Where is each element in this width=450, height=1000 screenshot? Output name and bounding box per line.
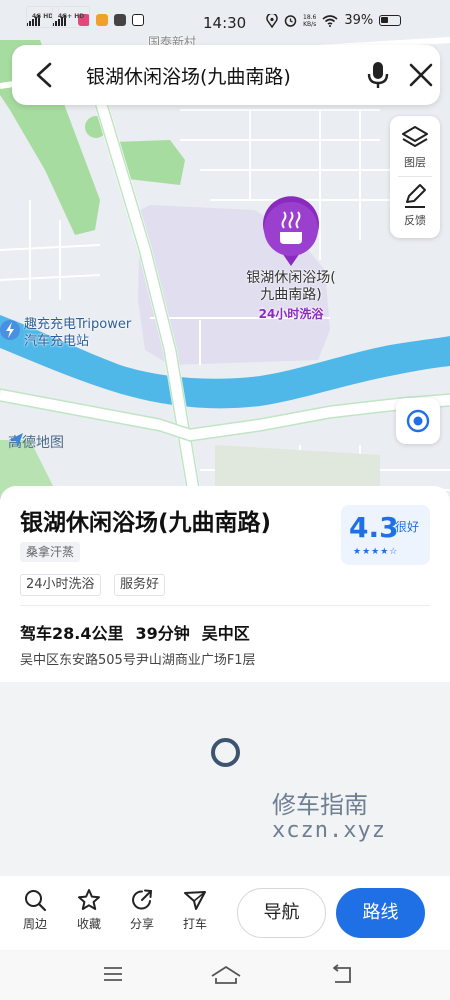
poi-name-label[interactable]: 银湖休闲浴场( 九曲南路) — [236, 270, 346, 304]
nearby-button[interactable]: 周边 — [15, 888, 55, 932]
charging-station-label[interactable]: 趣充充电Tripower 汽车充电站 — [24, 316, 131, 350]
feedback-button[interactable]: 反馈 — [390, 182, 440, 228]
charging-line2: 汽车充电站 — [24, 334, 90, 349]
share-icon — [132, 889, 152, 910]
layers-label: 图层 — [404, 156, 426, 169]
back-icon[interactable] — [330, 964, 354, 986]
layers-icon — [402, 126, 428, 147]
app-notification-icon — [96, 14, 108, 26]
wifi-icon — [322, 14, 338, 27]
rating-score: 4.3 — [349, 511, 399, 544]
star-icon — [78, 889, 100, 910]
locate-icon — [406, 409, 430, 433]
close-icon[interactable] — [408, 62, 434, 88]
status-time: 14:30 — [203, 14, 247, 32]
drive-summary: 驾车28.4公里 39分钟 吴中区 — [20, 620, 262, 644]
search-query-text[interactable]: 银湖休闲浴场(九曲南路) — [86, 62, 291, 89]
place-title: 银湖休闲浴场(九曲南路) — [20, 510, 272, 536]
tools-divider — [398, 176, 432, 177]
map-brand-logo: 高德地图 — [8, 432, 64, 452]
address-text[interactable]: 吴中区东安路505号尹山湖商业广场F1层 — [20, 649, 256, 668]
loading-spinner — [211, 738, 240, 767]
layers-button[interactable]: 图层 — [390, 124, 440, 170]
place-detail-sheet[interactable]: 银湖休闲浴场(九曲南路) 桑拿汗蒸 24小时洗浴 服务好 4.3 很好 ★★★★… — [0, 486, 450, 682]
route-button[interactable]: 路线 — [336, 888, 425, 938]
drive-distance: 驾车28.4公里 — [20, 624, 124, 643]
rating-word: 很好 — [395, 520, 420, 534]
drive-time: 39分钟 — [135, 624, 190, 643]
status-bar: 4G HD 4G+ HD 14:30 18.6 KB/s 39% — [0, 0, 450, 48]
rating-badge[interactable]: 4.3 很好 ★★★★☆ — [341, 505, 430, 565]
battery-icon — [379, 15, 402, 26]
poi-name-line2: 九曲南路) — [260, 287, 322, 303]
microphone-icon[interactable] — [364, 59, 392, 91]
locate-button[interactable] — [396, 398, 440, 444]
menu-icon[interactable] — [102, 964, 124, 984]
app-notification-icon — [114, 14, 126, 26]
poi-name-line1: 银湖休闲浴场( — [246, 270, 336, 286]
poi-subtitle: 24小时洗浴 — [258, 307, 324, 321]
feature-tag: 服务好 — [114, 574, 166, 596]
taxi-button[interactable]: 打车 — [175, 888, 215, 932]
battery-percent: 39% — [344, 13, 374, 28]
search-icon — [25, 890, 47, 912]
nearby-label: 周边 — [22, 917, 47, 931]
signal-2-icon: 4G+ HD — [52, 6, 91, 28]
share-button[interactable]: 分享 — [122, 888, 162, 932]
brand-arrow-icon — [9, 433, 23, 447]
watermark: 修车指南 xczn.xyz — [272, 792, 386, 844]
favorite-label: 收藏 — [76, 917, 101, 931]
share-label: 分享 — [129, 917, 154, 931]
category-chip: 桑拿汗蒸 — [20, 542, 81, 562]
pencil-icon — [405, 184, 426, 208]
rating-stars: ★★★★☆ — [353, 547, 399, 557]
search-bar[interactable]: 银湖休闲浴场(九曲南路) — [12, 45, 440, 105]
navigate-button[interactable]: 导航 — [237, 888, 326, 938]
district: 吴中区 — [201, 624, 250, 643]
app-notification-icon — [132, 14, 144, 26]
map-tools-panel: 图层 反馈 — [390, 116, 440, 238]
favorite-button[interactable]: 收藏 — [69, 888, 109, 932]
location-pin-icon — [266, 13, 278, 28]
watermark-line2: xczn.xyz — [272, 818, 386, 843]
net-speed: 18.6 KB/s — [303, 13, 317, 28]
taxi-label: 打车 — [182, 917, 207, 931]
signal-1-icon: 4G HD — [26, 6, 60, 28]
action-bar: 周边 收藏 分享 打车 导航 路线 — [0, 876, 450, 950]
charging-station-marker[interactable] — [0, 320, 20, 340]
divider — [20, 605, 430, 606]
alarm-icon — [284, 15, 297, 27]
watermark-line1: 修车指南 — [272, 791, 368, 819]
taxi-arrow-icon — [184, 891, 206, 910]
charging-line1: 趣充充电Tripower — [24, 317, 132, 332]
back-arrow-icon[interactable] — [32, 61, 58, 89]
feature-tag: 24小时洗浴 — [20, 574, 101, 596]
feedback-label: 反馈 — [404, 214, 426, 227]
home-icon[interactable] — [210, 964, 242, 986]
system-nav-bar — [0, 950, 450, 1000]
